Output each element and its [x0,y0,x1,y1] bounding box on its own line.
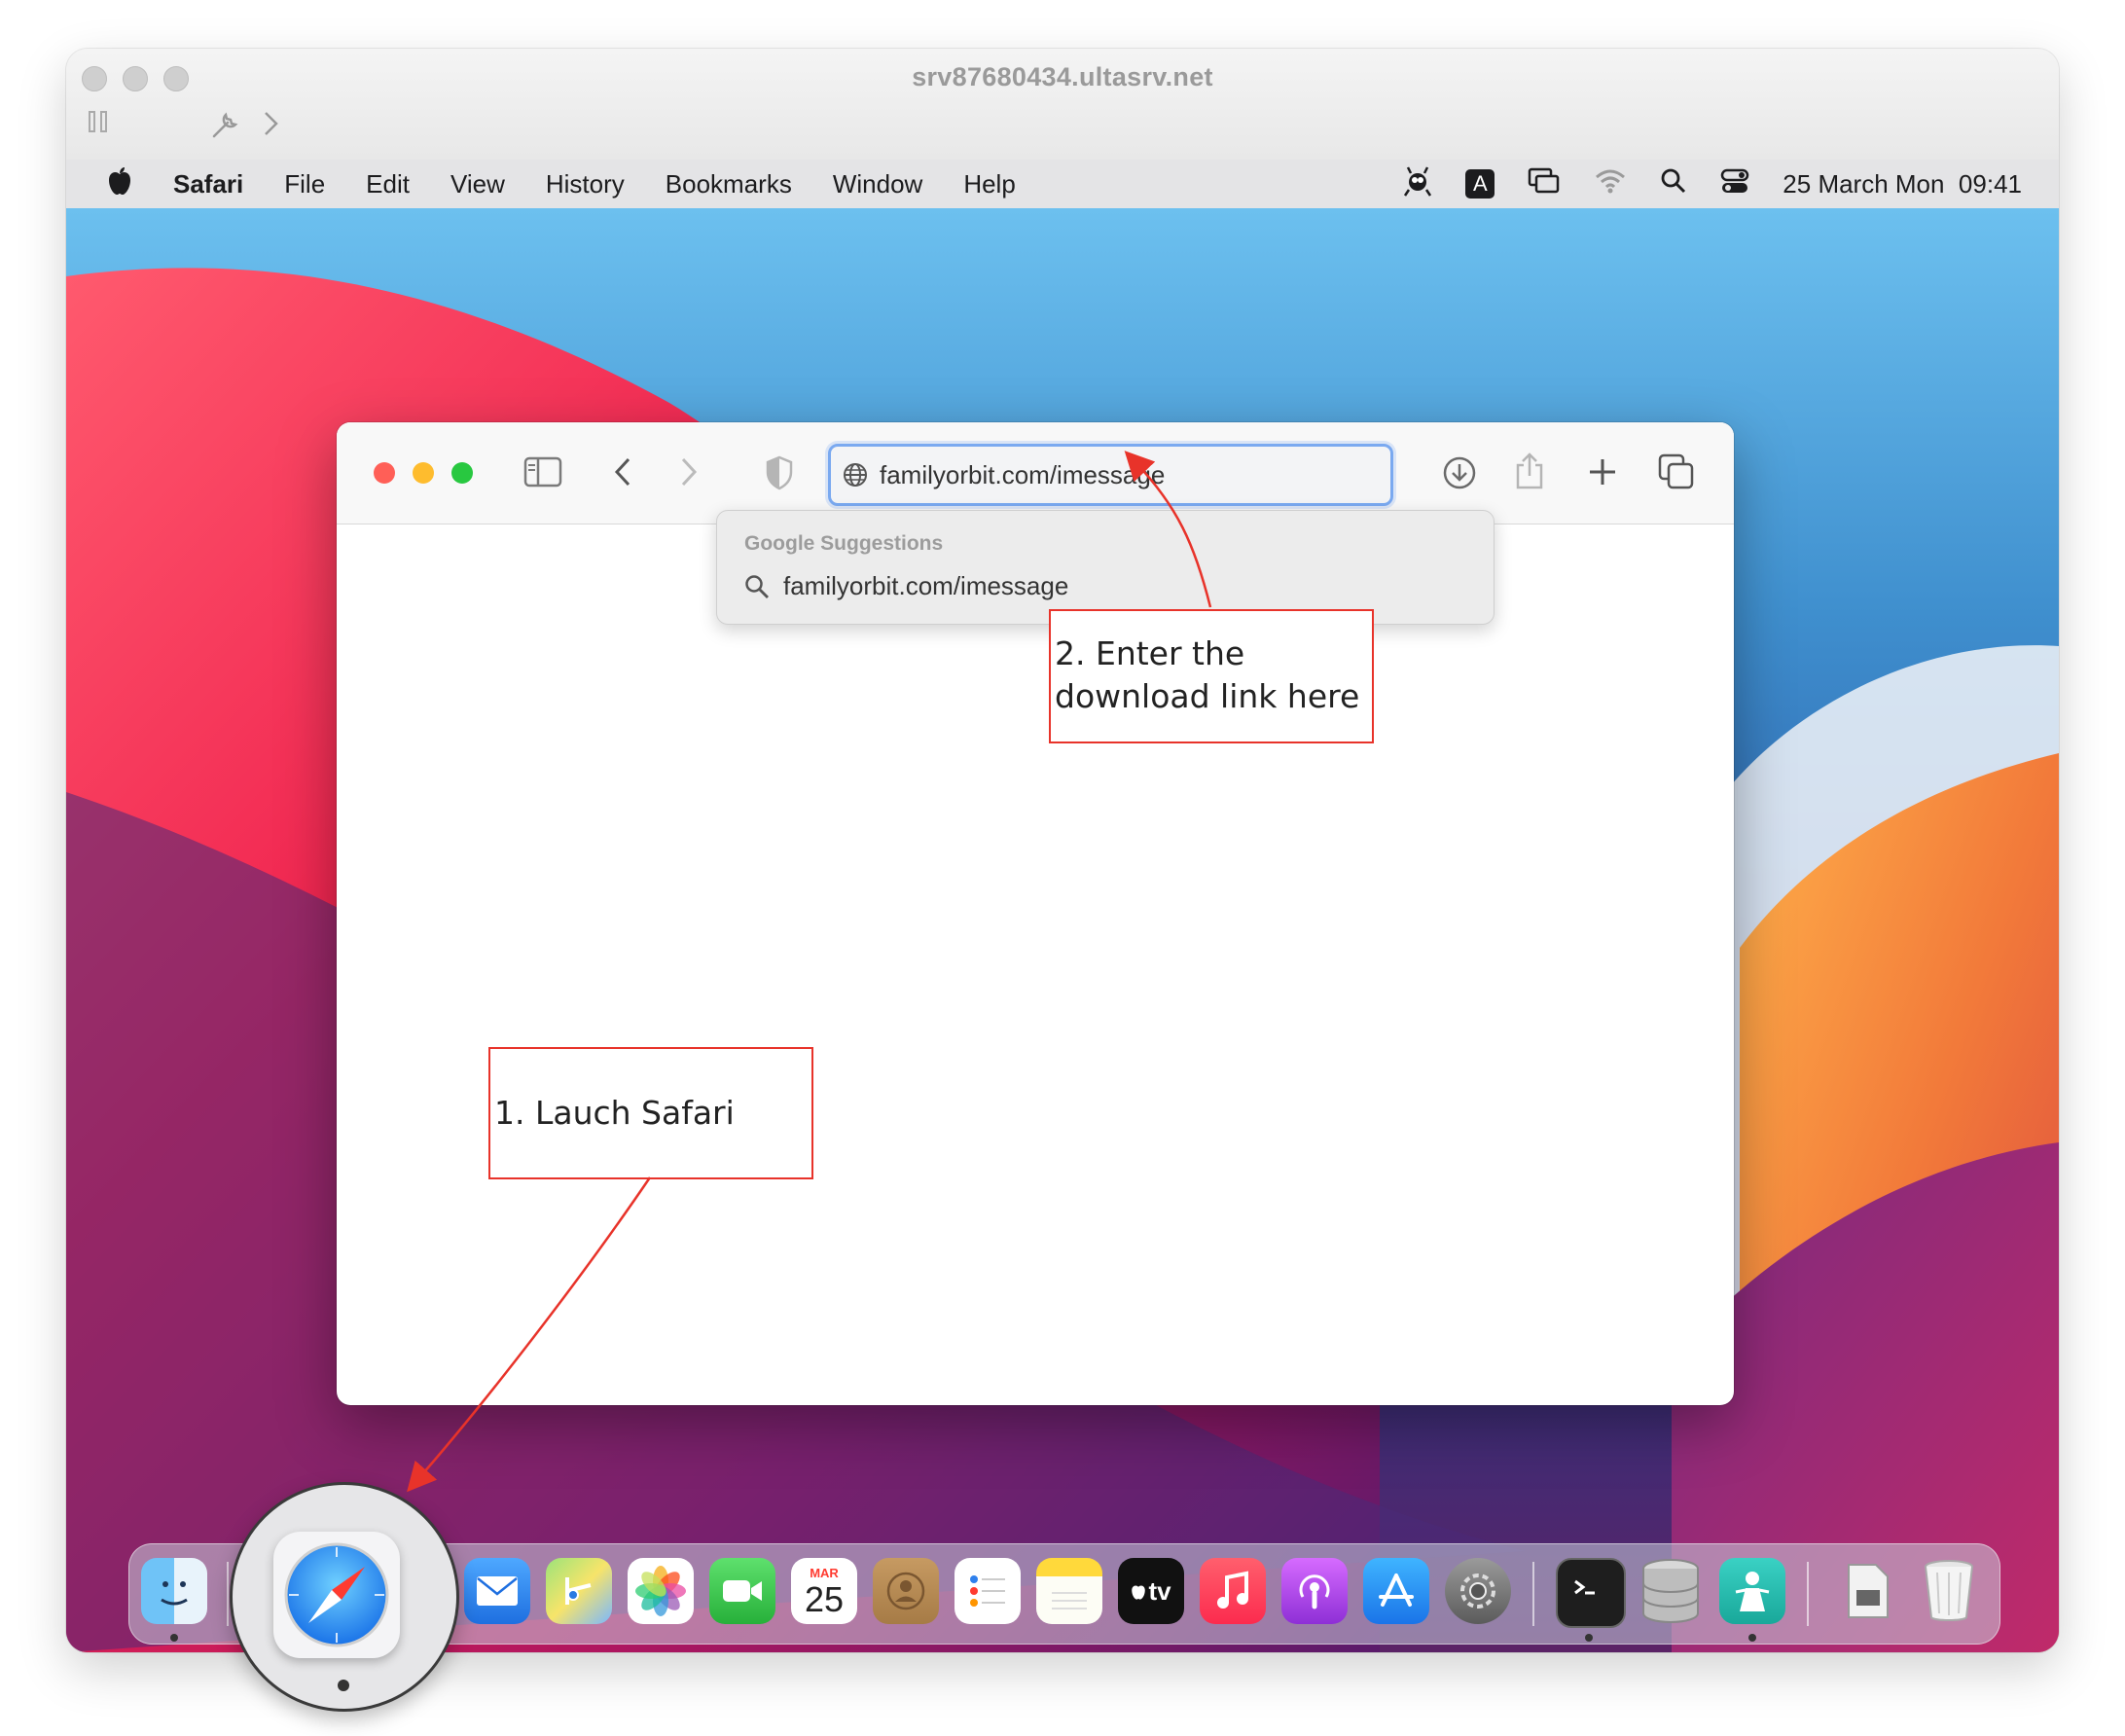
safari-running-indicator [338,1680,349,1691]
reminders-icon[interactable] [954,1558,1021,1624]
menu-view[interactable]: View [450,169,505,199]
apple-menu-icon[interactable] [107,166,132,202]
forward-icon[interactable] [677,455,701,494]
suggestion-text: familyorbit.com/imessage [783,571,1069,600]
notes-icon[interactable] [1036,1558,1102,1624]
mac-menu-bar: Safari File Edit View History Bookmarks … [66,160,2059,208]
apple-tv-label: tv [1148,1575,1171,1606]
music-icon[interactable] [1200,1558,1266,1624]
safari-zoom-button[interactable] [451,462,473,484]
screen-mirroring-icon[interactable] [1528,166,1561,202]
globe-icon [843,462,868,488]
safari-icon[interactable] [273,1532,400,1658]
annotation-step1: 1. Lauch Safari [488,1047,813,1179]
safari-dock-magnifier [230,1482,459,1712]
calendar-day: 25 [804,1579,845,1619]
wrench-icon[interactable] [208,109,241,150]
app-icon[interactable] [1719,1558,1785,1624]
app-store-icon[interactable] [1363,1558,1429,1624]
forward-chevron-icon[interactable] [261,109,282,146]
safari-minimize-button[interactable] [413,462,434,484]
menu-file[interactable]: File [284,169,325,199]
share-icon[interactable] [1514,452,1545,496]
finder-running-indicator [170,1634,178,1642]
menu-help[interactable]: Help [963,169,1015,199]
terminal-icon[interactable] [1556,1558,1626,1628]
desktop: familyorbit.com/imessage Google Suggesti… [66,208,2059,1652]
downloads-icon[interactable] [1442,455,1477,496]
search-icon [744,574,770,599]
annotation-step2-line2: download link here [1055,677,1360,715]
calendar-icon[interactable]: MAR 25 [791,1558,857,1624]
documents-icon[interactable] [1834,1558,1900,1624]
input-source-label: A [1472,171,1488,196]
facetime-icon[interactable] [709,1558,775,1624]
calendar-month: MAR [810,1566,839,1580]
menu-history[interactable]: History [546,169,625,199]
dock-separator [1532,1562,1534,1626]
input-source-icon[interactable]: A [1465,169,1495,199]
menu-safari[interactable]: Safari [173,169,243,199]
dock-separator [227,1562,229,1626]
apple-tv-icon[interactable]: tv [1118,1558,1184,1624]
mail-icon[interactable] [464,1558,530,1624]
menu-clock[interactable]: 25 March Mon 09:41 [1783,169,2022,199]
address-bar-value: familyorbit.com/imessage [880,459,1166,489]
maps-icon[interactable] [546,1558,612,1624]
remote-desktop-window: srv87680434.ultasrv.net Safari File Edit… [66,49,2059,1652]
dock-separator [1807,1562,1809,1626]
search-icon[interactable] [1660,167,1687,201]
google-suggestions-dropdown: Google Suggestions familyorbit.com/imess… [716,510,1495,625]
address-bar[interactable]: familyorbit.com/imessage [828,444,1393,506]
suggestion-item[interactable]: familyorbit.com/imessage [744,571,1068,601]
menu-bookmarks[interactable]: Bookmarks [666,169,792,199]
menu-window[interactable]: Window [833,169,922,199]
vm-window-title: srv87680434.ultasrv.net [912,62,1213,91]
annotation-step2-line1: 2. Enter the [1055,634,1245,672]
suggestions-header: Google Suggestions [744,532,944,555]
safari-window: familyorbit.com/imessage Google Suggesti… [337,422,1734,1405]
terminal-running-indicator [1585,1634,1593,1642]
contacts-icon[interactable] [873,1558,939,1624]
wifi-icon[interactable] [1594,167,1627,201]
privacy-shield-icon[interactable] [765,455,794,496]
menu-edit[interactable]: Edit [366,169,410,199]
vm-titlebar: srv87680434.ultasrv.net [66,49,2059,161]
bug-icon[interactable] [1403,164,1432,204]
new-tab-icon[interactable] [1586,455,1619,494]
system-preferences-icon[interactable] [1445,1558,1511,1624]
finder-icon[interactable] [141,1558,207,1624]
photos-icon[interactable] [628,1558,694,1624]
podcasts-icon[interactable] [1281,1558,1348,1624]
tab-overview-icon[interactable] [1658,453,1695,496]
safari-close-button[interactable] [374,462,395,484]
control-center-icon[interactable] [1720,167,1749,201]
annotation-step1-text: 1. Lauch Safari [494,1094,735,1132]
back-icon[interactable] [611,455,634,494]
app-running-indicator [1748,1634,1756,1642]
trash-icon[interactable] [1916,1558,1982,1624]
sidebar-icon[interactable] [523,455,562,494]
annotation-step2: 2. Enter the download link here [1049,609,1374,743]
pause-icon[interactable] [88,109,109,142]
database-icon[interactable] [1638,1558,1704,1624]
